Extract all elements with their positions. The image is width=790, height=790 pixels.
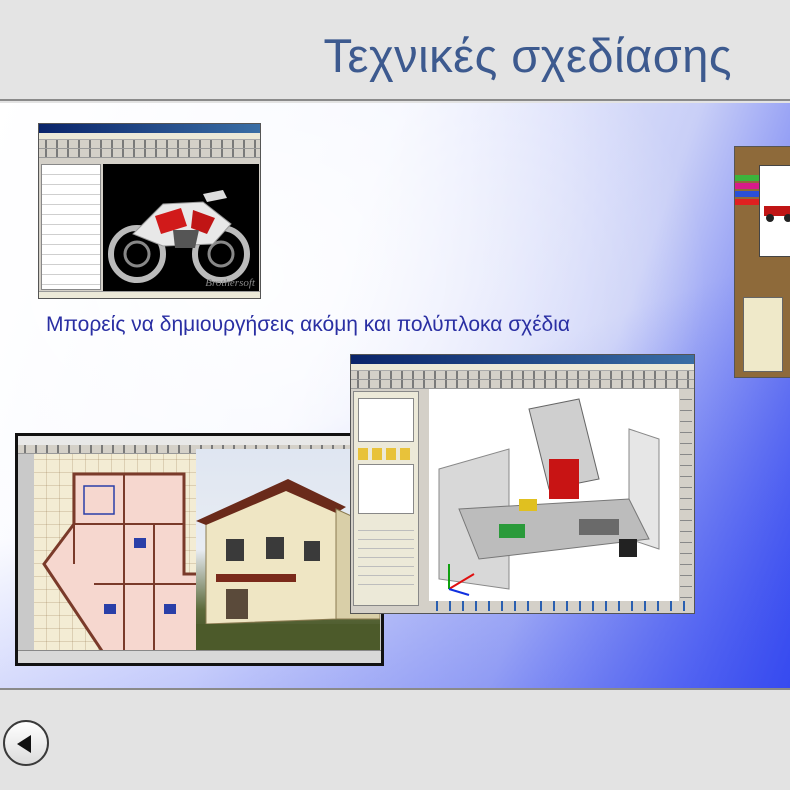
architecture-cad-screenshot: [15, 433, 384, 666]
canvas-card: [759, 165, 790, 257]
icon-strip: [358, 448, 414, 460]
slide-footer: [0, 692, 790, 790]
back-button[interactable]: [3, 720, 49, 766]
floor-plan-icon: [42, 472, 212, 656]
window-titlebar: [351, 355, 694, 364]
motorcycle-render: Brothersoft: [103, 164, 259, 292]
window-titlebar: [18, 436, 381, 445]
window-toolbar-secondary: [351, 380, 694, 389]
floor-plan-view: [34, 454, 212, 656]
slide-header: Τεχνικές σχεδίασης: [0, 0, 790, 101]
window-menubar: [39, 133, 260, 140]
slide-caption: Μπορείς να δημιουργήσεις ακόμη και πολύπ…: [46, 313, 571, 336]
window-toolbar: [39, 140, 260, 149]
machine-icon: [438, 398, 660, 596]
tool-panel: [743, 297, 783, 372]
properties-panel: [353, 391, 419, 606]
mechanical-cad-screenshot: [350, 354, 695, 614]
list-box: [358, 398, 414, 442]
window-statusbar: [18, 650, 381, 663]
slide-title: Τεχνικές σχεδίασης: [323, 29, 732, 82]
right-toolbar: [680, 389, 692, 601]
window-statusbar: [39, 291, 260, 298]
triangle-left-icon: [17, 735, 31, 753]
motorcycle-cad-screenshot: Brothersoft: [38, 123, 261, 299]
layer-tree-panel: [41, 164, 101, 290]
car-icon: [764, 206, 790, 222]
window-toolbar: [351, 371, 694, 380]
watermark-text: Brothersoft: [205, 277, 255, 289]
settings-list: [358, 522, 414, 592]
bottom-toolbar: [427, 601, 689, 611]
preview-box: [358, 464, 414, 514]
slide: Τεχνικές σχεδίασης Brothersoft Μπορείς ν…: [0, 0, 790, 790]
drawing-app-screenshot-partial: [734, 146, 790, 378]
window-menubar: [351, 364, 694, 371]
window-titlebar: [39, 124, 260, 133]
motorcycle-icon: [108, 190, 250, 283]
machine-3d-view: [429, 389, 679, 601]
window-toolbar-secondary: [39, 149, 260, 158]
